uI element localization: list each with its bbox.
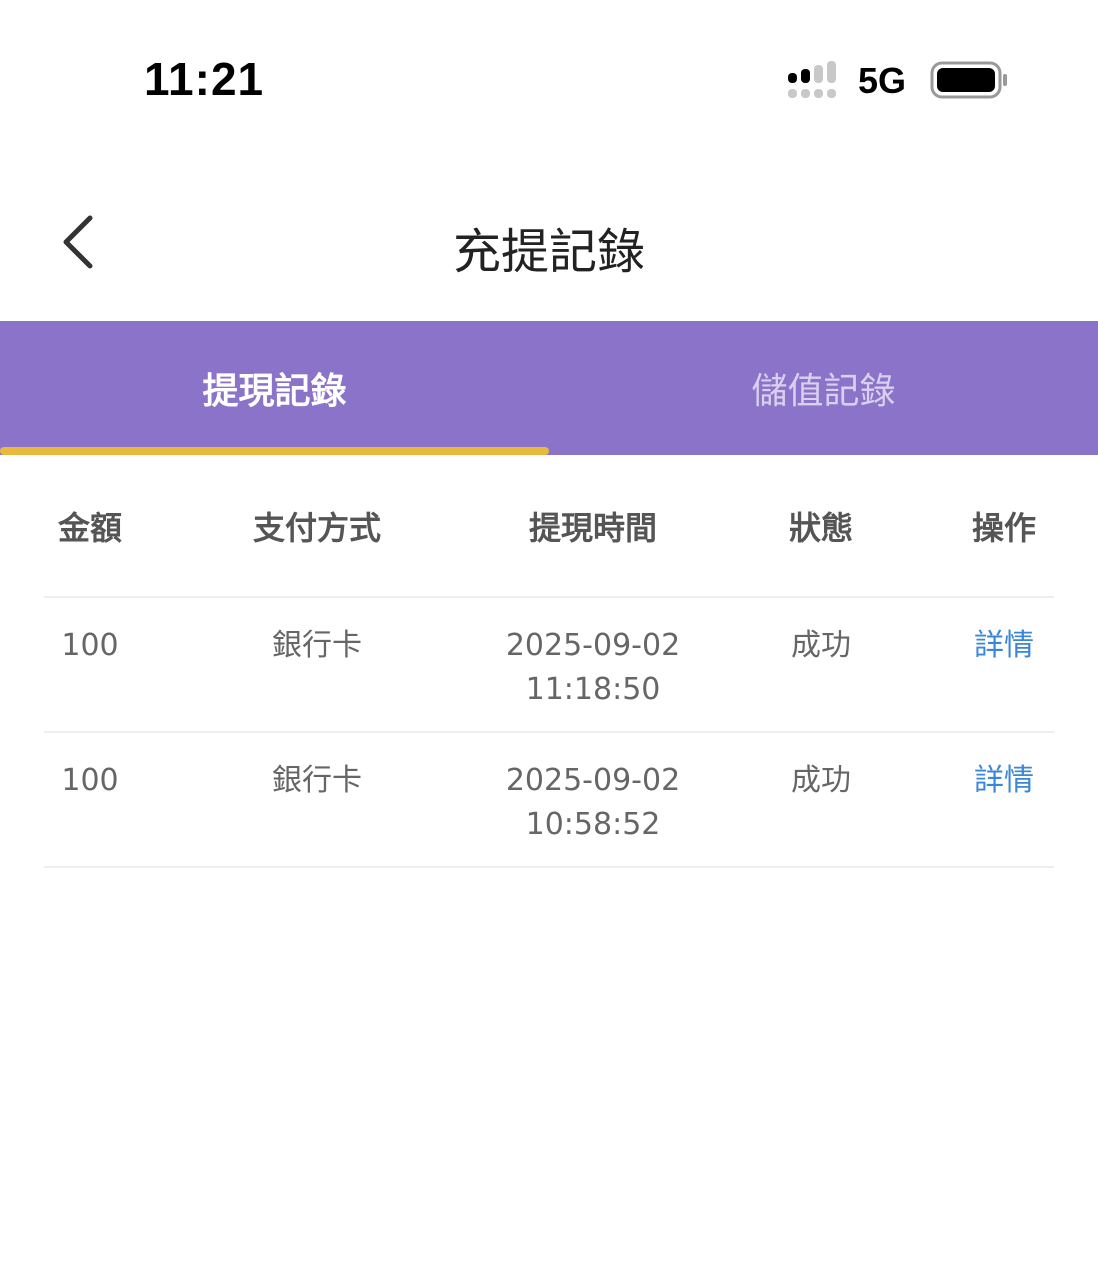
cell-amount: 100 bbox=[61, 628, 119, 663]
header-status: 狀態 bbox=[788, 509, 853, 547]
cell-date: 2025-09-02 bbox=[505, 763, 681, 798]
header-action: 操作 bbox=[971, 509, 1036, 547]
tab-indicator bbox=[0, 447, 549, 455]
battery-icon bbox=[930, 61, 1007, 99]
status-bar: 11:21 5G bbox=[0, 0, 1098, 160]
page-title: 充提記錄 bbox=[452, 224, 645, 280]
tab-deposit-records[interactable]: 儲值記錄 bbox=[549, 321, 1098, 455]
records-table: 金額 支付方式 提現時間 狀態 操作 100 銀行卡 2025-09-02 11… bbox=[44, 456, 1054, 868]
cell-status: 成功 bbox=[791, 628, 851, 663]
header-withdraw-time: 提現時間 bbox=[528, 509, 657, 547]
header-amount: 金額 bbox=[57, 509, 122, 547]
cell-amount: 100 bbox=[61, 763, 119, 798]
details-link[interactable]: 詳情 bbox=[954, 733, 1054, 866]
status-time: 11:21 bbox=[144, 53, 265, 105]
table-row: 100 銀行卡 2025-09-02 11:18:50 成功 詳情 bbox=[44, 598, 1054, 733]
tab-bar: 提現記錄 儲值記錄 bbox=[0, 321, 1098, 455]
nav-bar: 充提記錄 bbox=[0, 160, 1098, 320]
tab-label: 儲值記錄 bbox=[751, 371, 896, 412]
table-header: 金額 支付方式 提現時間 狀態 操作 bbox=[44, 456, 1054, 598]
cell-payment-method: 銀行卡 bbox=[272, 763, 362, 798]
header-payment-method: 支付方式 bbox=[252, 509, 381, 547]
cell-date: 2025-09-02 bbox=[505, 628, 681, 663]
cell-payment-method: 銀行卡 bbox=[272, 628, 362, 663]
cell-time: 10:58:52 bbox=[525, 807, 661, 842]
cell-status: 成功 bbox=[791, 763, 851, 798]
tab-label: 提現記錄 bbox=[202, 371, 347, 412]
tab-withdrawal-records[interactable]: 提現記錄 bbox=[0, 321, 549, 455]
cell-time: 11:18:50 bbox=[525, 672, 661, 707]
cellular-signal-icon bbox=[788, 61, 836, 98]
network-type: 5G bbox=[858, 60, 907, 101]
table-row: 100 銀行卡 2025-09-02 10:58:52 成功 詳情 bbox=[44, 733, 1054, 868]
details-link[interactable]: 詳情 bbox=[954, 598, 1054, 731]
cell-withdraw-time: 2025-09-02 11:18:50 bbox=[498, 598, 688, 731]
cell-withdraw-time: 2025-09-02 10:58:52 bbox=[498, 733, 688, 866]
